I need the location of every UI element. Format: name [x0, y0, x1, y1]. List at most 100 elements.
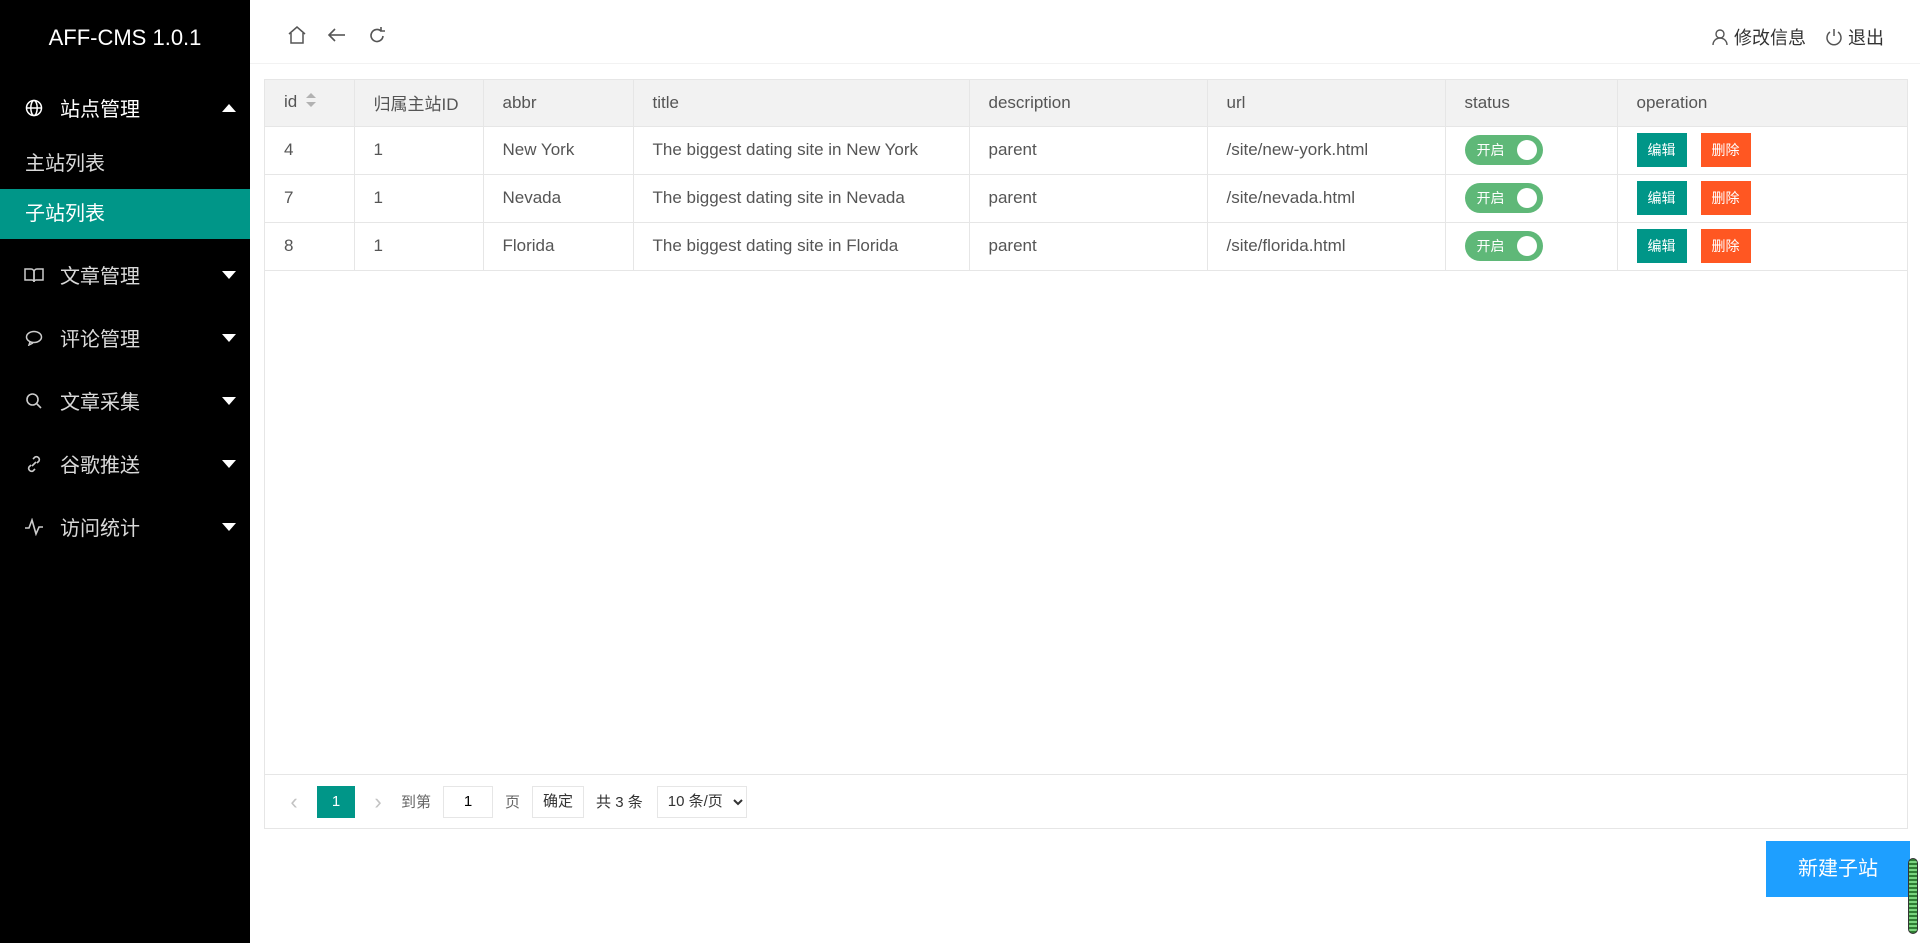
table-header-row: id 归属主站ID abbr title description url sta…: [265, 80, 1907, 127]
menu-label-collect: 文章采集: [60, 392, 140, 414]
logout-label: 退出: [1848, 28, 1884, 48]
app-logo: AFF-CMS 1.0.1: [48, 25, 202, 50]
cell-description: parent: [969, 126, 1208, 175]
menu-label-comments: 评论管理: [60, 329, 140, 351]
menu-label-stats: 访问统计: [60, 518, 140, 540]
col-header-abbr: abbr: [483, 80, 634, 127]
data-table-panel: id 归属主站ID abbr title description url sta…: [264, 79, 1908, 829]
cell-operation: 编辑 删除: [1617, 126, 1907, 175]
delete-button[interactable]: 删除: [1700, 181, 1751, 215]
cell-title: The biggest dating site in Florida: [633, 222, 970, 271]
toggle-knob: [1516, 236, 1537, 256]
table-row: 8 1 Florida The biggest dating site in F…: [265, 222, 1907, 271]
pagination: ‹ 1 › 到第 页 确定 共 3 条 10 条/页: [265, 774, 1907, 828]
power-icon: [1826, 29, 1842, 46]
menu-head-google[interactable]: 谷歌推送: [0, 432, 250, 495]
goto-label: 到第: [401, 794, 432, 811]
chevron-down-icon: [222, 270, 236, 279]
search-icon: [24, 391, 44, 411]
sidebar-item-main-sites[interactable]: 主站列表: [0, 139, 250, 189]
cell-url: /site/nevada.html: [1207, 174, 1446, 223]
sidebar: AFF-CMS 1.0.1 站点管理 主站列表 子站列表 文章管理 评论管理 文…: [0, 0, 250, 943]
goto-confirm-button[interactable]: 确定: [532, 785, 585, 818]
cell-title: The biggest dating site in Nevada: [633, 174, 970, 223]
globe-icon: [24, 98, 44, 118]
status-toggle-label: 开启: [1476, 142, 1505, 158]
menu-group-collect: 文章采集: [0, 369, 250, 432]
scroll-indicator[interactable]: [1908, 858, 1918, 934]
menu-group-comments: 评论管理: [0, 306, 250, 369]
link-icon: [24, 454, 44, 474]
edit-button[interactable]: 编辑: [1636, 133, 1687, 167]
back-icon[interactable]: [326, 24, 348, 46]
edit-profile-link[interactable]: 修改信息: [1710, 24, 1806, 50]
user-icon: [1712, 29, 1728, 46]
app-root: AFF-CMS 1.0.1 站点管理 主站列表 子站列表 文章管理 评论管理 文…: [0, 0, 1920, 943]
menu-head-articles[interactable]: 文章管理: [0, 243, 250, 306]
col-header-parent-id: 归属主站ID: [354, 80, 484, 127]
edit-profile-label: 修改信息: [1734, 28, 1806, 48]
per-page-select[interactable]: 10 条/页: [656, 785, 747, 818]
menu-group-stats: 访问统计: [0, 495, 250, 558]
cell-id: 4: [265, 126, 355, 175]
toggle-knob: [1516, 140, 1537, 160]
edit-button[interactable]: 编辑: [1636, 229, 1687, 263]
prev-page-icon[interactable]: ‹: [283, 787, 305, 817]
status-toggle[interactable]: 开启: [1464, 183, 1543, 213]
refresh-icon[interactable]: [366, 24, 388, 46]
page-number-current[interactable]: 1: [317, 785, 355, 818]
cell-status: 开启: [1445, 174, 1618, 223]
cell-url: /site/florida.html: [1207, 222, 1446, 271]
cell-url: /site/new-york.html: [1207, 126, 1446, 175]
cell-operation: 编辑 删除: [1617, 174, 1907, 223]
subsite-table: id 归属主站ID abbr title description url sta…: [265, 80, 1907, 271]
col-header-description: description: [969, 80, 1208, 127]
status-toggle-label: 开启: [1476, 190, 1505, 206]
menu-group-sites: 站点管理 主站列表 子站列表: [0, 76, 250, 239]
status-toggle[interactable]: 开启: [1464, 135, 1543, 165]
menu-head-stats[interactable]: 访问统计: [0, 495, 250, 558]
status-toggle-label: 开启: [1476, 238, 1505, 254]
pulse-icon: [24, 517, 44, 537]
col-header-title: title: [633, 80, 970, 127]
menu-head-sites[interactable]: 站点管理: [0, 76, 250, 139]
cell-abbr: New York: [483, 126, 634, 175]
book-icon: [24, 265, 44, 285]
status-toggle[interactable]: 开启: [1464, 231, 1543, 261]
cell-description: parent: [969, 174, 1208, 223]
top-header: 修改信息 退出: [250, 0, 1920, 64]
sidebar-item-sub-sites[interactable]: 子站列表: [0, 189, 250, 239]
home-icon[interactable]: [286, 24, 308, 46]
cell-operation: 编辑 删除: [1617, 222, 1907, 271]
menu-label-sites: 站点管理: [60, 99, 140, 121]
logout-link[interactable]: 退出: [1824, 24, 1884, 50]
cell-parent-id: 1: [354, 222, 484, 271]
menu-head-collect[interactable]: 文章采集: [0, 369, 250, 432]
cell-abbr: Florida: [483, 222, 634, 271]
chevron-down-icon: [222, 459, 236, 468]
cell-title: The biggest dating site in New York: [633, 126, 970, 175]
menu-label-google: 谷歌推送: [60, 455, 140, 477]
delete-button[interactable]: 删除: [1700, 229, 1751, 263]
table-row: 7 1 Nevada The biggest dating site in Ne…: [265, 174, 1907, 223]
delete-button[interactable]: 删除: [1700, 133, 1751, 167]
cell-id: 8: [265, 222, 355, 271]
chevron-down-icon: [222, 522, 236, 531]
col-header-url: url: [1207, 80, 1446, 127]
menu-head-comments[interactable]: 评论管理: [0, 306, 250, 369]
comment-icon: [24, 328, 44, 348]
cell-abbr: Nevada: [483, 174, 634, 223]
cell-status: 开启: [1445, 126, 1618, 175]
edit-button[interactable]: 编辑: [1636, 181, 1687, 215]
sort-icon[interactable]: [305, 92, 317, 113]
col-header-id[interactable]: id: [265, 80, 355, 127]
page-unit-label: 页: [505, 794, 521, 811]
header-actions: 修改信息 退出: [1692, 24, 1884, 50]
menu-group-articles: 文章管理: [0, 243, 250, 306]
cell-description: parent: [969, 222, 1208, 271]
chevron-down-icon: [222, 333, 236, 342]
new-subsite-button[interactable]: 新建子站: [1766, 841, 1910, 897]
goto-page-input[interactable]: [443, 785, 494, 818]
table-row: 4 1 New York The biggest dating site in …: [265, 126, 1907, 175]
next-page-icon[interactable]: ›: [367, 787, 389, 817]
